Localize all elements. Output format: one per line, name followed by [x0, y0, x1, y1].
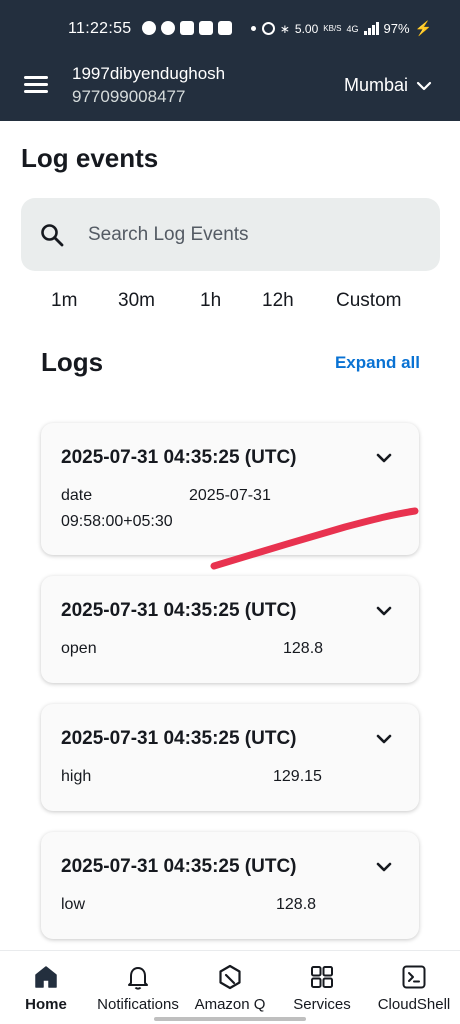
nav-notifications-label: Notifications: [97, 996, 179, 1013]
charging-icon: ⚡: [414, 20, 432, 36]
log-timestamp: 2025-07-31 04:35:25 (UTC): [61, 728, 297, 749]
time-range-selector: 1m 30m 1h 12h Custom: [0, 290, 460, 318]
nav-services-label: Services: [293, 996, 351, 1013]
signal-icon: [363, 22, 379, 35]
log-field-key: date: [61, 487, 93, 504]
alarm-icon: [261, 22, 275, 35]
terminal-icon: [402, 965, 426, 989]
page-title: Log events: [21, 143, 159, 173]
log-entry-card[interactable]: 2025-07-31 04:35:25 (UTC) date 2025-07-3…: [41, 423, 419, 555]
log-field-key: open: [61, 640, 97, 657]
bell-icon: [128, 967, 148, 990]
net-speed: 5.00: [294, 21, 319, 36]
search-placeholder: Search Log Events: [88, 224, 249, 245]
log-timestamp: 2025-07-31 04:35:25 (UTC): [61, 447, 297, 468]
nav-amazon-q[interactable]: Amazon Q: [184, 963, 276, 1013]
range-12h[interactable]: 12h: [262, 290, 294, 312]
log-timestamp: 2025-07-31 04:35:25 (UTC): [61, 600, 297, 621]
log-field-key: high: [61, 768, 92, 785]
status-bar: 11:22:55 ∗ 5.00 KB/S 4G 97% ⚡: [0, 0, 460, 48]
amazon-q-icon: [219, 964, 241, 990]
log-field-value: 2025-07-31: [189, 487, 271, 504]
range-30m[interactable]: 30m: [118, 290, 155, 312]
chevron-down-icon[interactable]: [375, 604, 393, 618]
teams-icon: [180, 21, 194, 35]
nav-services[interactable]: Services: [276, 963, 368, 1013]
log-field-value: 128.8: [283, 640, 324, 657]
status-time: 11:22:55: [68, 20, 132, 37]
expand-all-link[interactable]: Expand all: [335, 353, 420, 373]
log-entry-card[interactable]: 2025-07-31 04:35:25 (UTC) high 129.15: [41, 704, 419, 811]
search-input[interactable]: Search Log Events: [21, 198, 440, 271]
grid-icon: [311, 966, 333, 988]
logs-heading: Logs: [41, 347, 104, 377]
nav-amazon-q-label: Amazon Q: [194, 996, 266, 1013]
log-entry-card[interactable]: 2025-07-31 04:35:25 (UTC) low 128.8: [41, 832, 419, 939]
net-unit: KB/S: [323, 24, 342, 33]
account-name[interactable]: 1997dibyendughosh: [72, 64, 225, 84]
whatsapp-icon: [161, 21, 175, 35]
account-id: 977099008477: [72, 87, 186, 106]
log-field-value: 128.8: [276, 896, 317, 913]
bottom-nav: Home Notifications Amazon Q Services Clo…: [0, 950, 460, 1024]
bluetooth-icon: ∗: [279, 21, 290, 36]
log-timestamp: 2025-07-31 04:35:25 (UTC): [61, 856, 297, 877]
search-icon: [41, 224, 64, 247]
snapchat-icon: [142, 21, 156, 35]
notification-icons: [142, 21, 256, 35]
log-entry-card[interactable]: 2025-07-31 04:35:25 (UTC) open 128.8: [41, 576, 419, 683]
range-1h[interactable]: 1h: [200, 290, 221, 312]
log-field-key: low: [61, 896, 86, 913]
grid-notification-icon: [218, 21, 232, 35]
chevron-down-icon: [416, 81, 432, 90]
battery-level: 97%: [383, 21, 410, 36]
app-icon: [199, 21, 213, 35]
log-field-value: 129.15: [273, 768, 322, 785]
nav-cloudshell-label: CloudShell: [377, 996, 451, 1013]
system-icons: ∗ 5.00 KB/S 4G 97% ⚡: [261, 20, 432, 37]
nav-notifications[interactable]: Notifications: [92, 963, 184, 1013]
more-dot-icon: [251, 25, 256, 31]
app-header: 1997dibyendughosh 977099008477 Mumbai: [0, 48, 460, 121]
nav-home[interactable]: Home: [0, 963, 92, 1013]
nav-cloudshell[interactable]: CloudShell: [368, 963, 460, 1013]
range-custom[interactable]: Custom: [336, 290, 401, 312]
gesture-bar: [154, 1017, 306, 1021]
nav-home-label: Home: [25, 996, 67, 1013]
net-type: 4G: [346, 23, 359, 34]
chevron-down-icon[interactable]: [375, 732, 393, 746]
home-icon: [35, 966, 57, 988]
log-field-value-continued: 09:58:00+05:30: [61, 513, 173, 530]
chevron-down-icon[interactable]: [375, 451, 393, 465]
chevron-down-icon[interactable]: [375, 860, 393, 874]
range-1m[interactable]: 1m: [51, 290, 77, 312]
region-label: Mumbai: [343, 75, 408, 95]
menu-icon[interactable]: [22, 72, 50, 96]
region-selector[interactable]: Mumbai: [344, 75, 432, 96]
